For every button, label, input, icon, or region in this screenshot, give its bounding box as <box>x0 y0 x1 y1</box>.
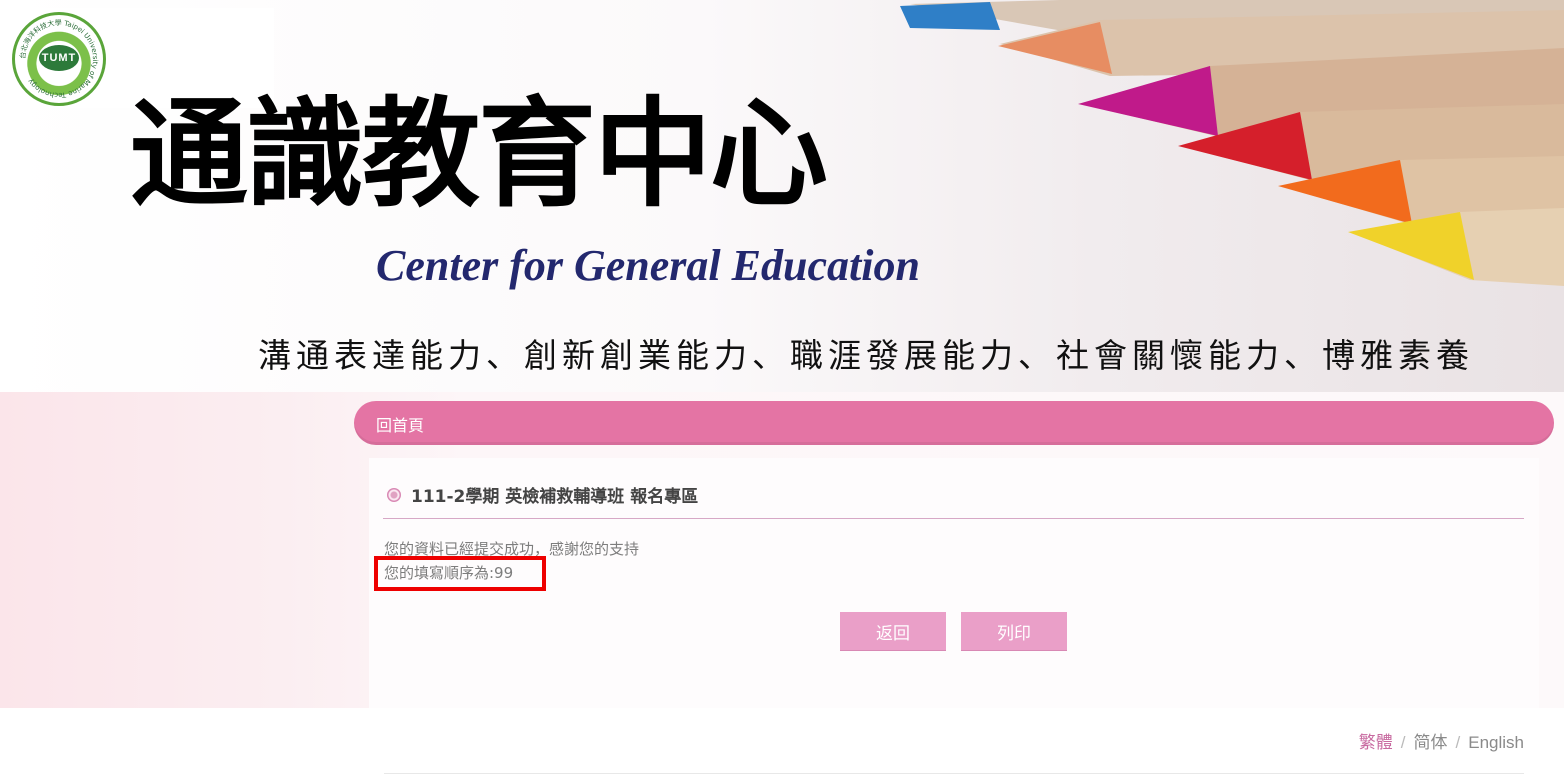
university-logo-icon[interactable]: 台北海洋科技大學 Taipei University of Marine Tec… <box>12 12 106 106</box>
core-competencies-tagline: 溝通表達能力、創新創業能力、職涯發展能力、社會關懷能力、博雅素養 <box>258 336 1474 375</box>
section-heading-text: 111-2學期 英檢補救輔導班 報名專區 <box>411 487 699 507</box>
heading-divider <box>383 518 1524 519</box>
site-title-chinese: 通識教育中心 <box>130 84 828 223</box>
colored-pencils-image <box>900 0 1564 286</box>
header-banner: 台北海洋科技大學 Taipei University of Marine Tec… <box>0 0 1564 392</box>
language-switcher: 繁體 / 简体 / English <box>1359 728 1524 753</box>
lang-separator: / <box>1455 733 1461 752</box>
lang-english-link[interactable]: English <box>1468 733 1524 752</box>
lang-separator: / <box>1400 733 1406 752</box>
order-highlight-box <box>374 556 546 591</box>
site-title-english: Center for General Education <box>376 241 920 290</box>
footer-divider <box>384 773 1524 774</box>
logo-core-text: TUMT <box>39 45 79 71</box>
back-button[interactable]: 返回 <box>840 612 946 650</box>
home-link[interactable]: 回首頁 <box>376 412 424 436</box>
section-heading: 111-2學期 英檢補救輔導班 報名專區 <box>387 482 698 507</box>
main-nav-bar: 回首頁 <box>354 401 1554 445</box>
lang-simplified-link[interactable]: 简体 <box>1414 733 1448 752</box>
print-button[interactable]: 列印 <box>961 612 1067 650</box>
lang-traditional-link[interactable]: 繁體 <box>1359 733 1393 752</box>
bullet-circle-icon <box>387 487 401 502</box>
